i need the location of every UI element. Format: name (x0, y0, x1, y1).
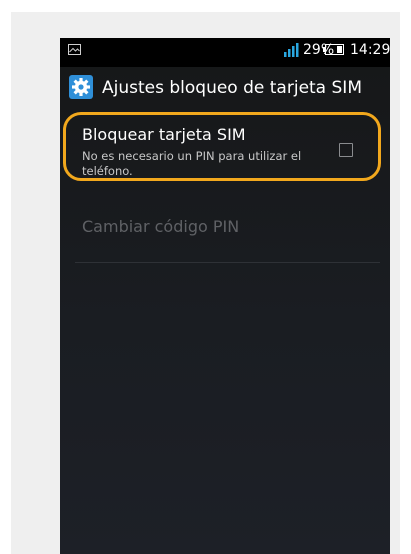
page-title: Ajustes bloqueo de tarjeta SIM (102, 78, 362, 98)
change-pin-label: Cambiar código PIN (82, 217, 240, 236)
gear-icon (69, 75, 93, 99)
highlight-outline (63, 112, 381, 181)
clock: 14:29 (350, 42, 390, 58)
signal-bars-icon (284, 43, 299, 57)
status-bar: 29% 14:29 (60, 38, 390, 67)
action-bar: Ajustes bloqueo de tarjeta SIM (60, 67, 390, 113)
image-icon (68, 44, 81, 55)
divider (75, 262, 380, 263)
battery-icon (323, 44, 344, 55)
change-pin-row[interactable]: Cambiar código PIN (60, 198, 390, 258)
